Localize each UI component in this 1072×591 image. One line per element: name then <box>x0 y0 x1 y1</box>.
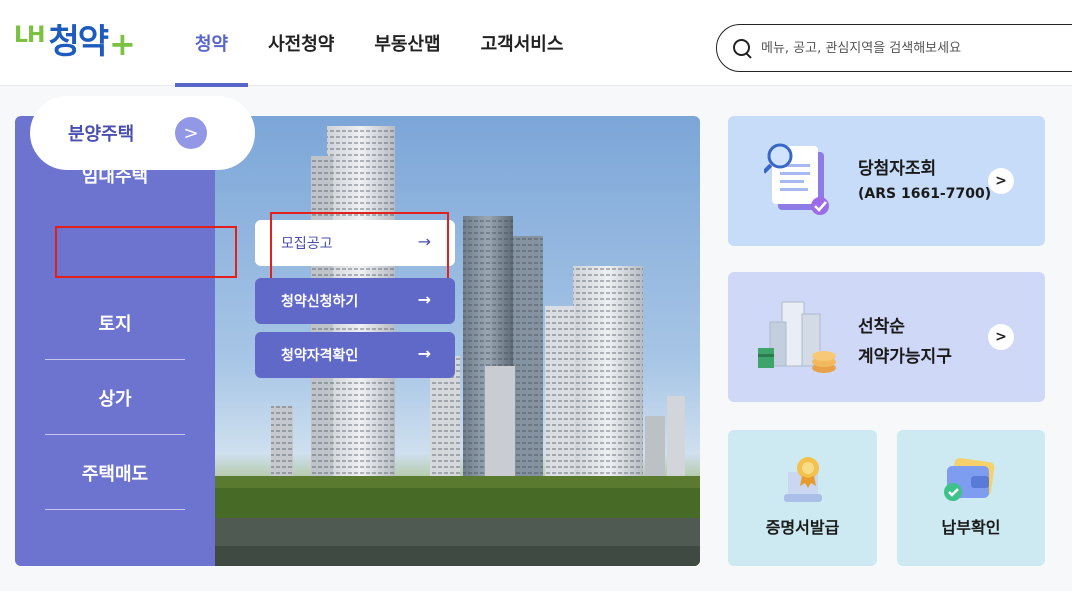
nav-item-realestate-map[interactable]: 부동산맵 <box>354 0 460 86</box>
header: LH 청약 + 청약 사전청약 부동산맵 고객서비스 <box>0 0 1072 87</box>
highlight-box-sidebar <box>55 226 237 278</box>
sidebar-item-land[interactable]: 토지 <box>45 286 185 360</box>
sidebar-item-label: 분양주택 <box>68 124 135 145</box>
chevron-right-icon[interactable]: > <box>988 324 1014 350</box>
card-label: 납부확인 <box>941 518 1001 537</box>
chevron-right-icon[interactable]: > <box>175 117 207 149</box>
search-input[interactable] <box>761 40 1061 56</box>
category-sidebar: 임대주택 토지 상가 주택매도 <box>15 116 215 566</box>
submenu-label: 청약자격확인 <box>281 348 359 364</box>
card-title-line1: 선착순 <box>858 317 905 337</box>
nav-item-customer-service[interactable]: 고객서비스 <box>461 0 584 86</box>
submenu-apply-subscription[interactable]: 청약신청하기 → <box>255 278 455 324</box>
nav-item-pre-subscription[interactable]: 사전청약 <box>248 0 354 86</box>
card-title-line2: 계약가능지구 <box>858 347 952 367</box>
logo-plus-text: + <box>109 25 136 63</box>
certificate-icon <box>784 457 822 502</box>
search-icon[interactable] <box>731 37 753 59</box>
highlight-box-submenu <box>270 212 449 281</box>
card-label: 증명서발급 <box>765 518 840 537</box>
search-box[interactable] <box>716 24 1072 72</box>
wallet-check-icon <box>944 458 995 501</box>
sidebar-item-house-sale[interactable]: 주택매도 <box>45 436 185 510</box>
document-search-icon <box>764 143 829 215</box>
logo-main-text: 청약 <box>48 22 109 62</box>
first-come-contract-card[interactable]: 선착순 계약가능지구 > <box>728 272 1045 402</box>
submenu-check-eligibility[interactable]: 청약자격확인 → <box>255 332 455 378</box>
sidebar-item-sale-housing-active[interactable]: 분양주택 > <box>30 96 255 170</box>
logo-lh-text: LH <box>14 23 45 48</box>
buildings-coins-icon <box>758 301 836 373</box>
lh-logo[interactable]: LH 청약 + <box>14 14 136 64</box>
winner-lookup-card[interactable]: 당첨자조회 (ARS 1661-7700) > <box>728 116 1045 246</box>
arrow-right-icon: → <box>417 290 431 309</box>
main-nav: 청약 사전청약 부동산맵 고객서비스 <box>175 0 584 87</box>
nav-item-subscription[interactable]: 청약 <box>175 0 249 87</box>
certificate-issue-card[interactable]: 증명서발급 <box>728 430 877 566</box>
sidebar-item-commercial[interactable]: 상가 <box>45 361 185 435</box>
payment-check-card[interactable]: 납부확인 <box>897 430 1045 566</box>
card-subtitle: (ARS 1661-7700) <box>858 186 992 202</box>
arrow-right-icon: → <box>417 344 431 363</box>
submenu-label: 청약신청하기 <box>281 294 359 310</box>
chevron-right-icon[interactable]: > <box>988 168 1014 194</box>
card-title: 당첨자조회 <box>858 159 937 179</box>
